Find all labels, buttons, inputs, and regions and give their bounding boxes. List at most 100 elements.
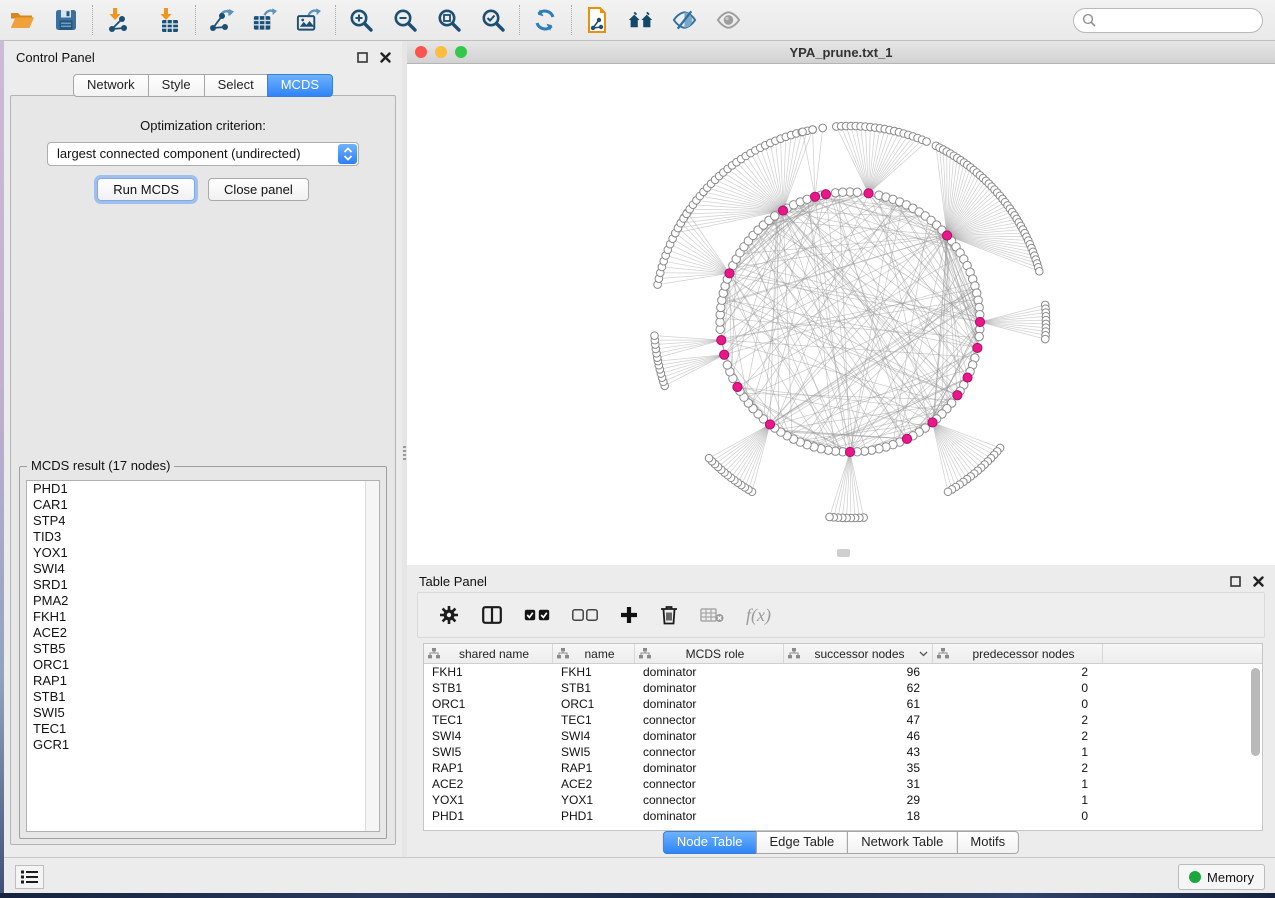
mcds-result-item[interactable]: SRD1	[27, 577, 379, 593]
mcds-result-item[interactable]: FKH1	[27, 609, 379, 625]
mcds-node[interactable]	[953, 391, 962, 400]
table-row[interactable]: ORC1ORC1dominator610	[424, 696, 1262, 712]
tab-select[interactable]: Select	[204, 74, 268, 97]
close-panel-button[interactable]: Close panel	[208, 178, 309, 201]
mcds-result-item[interactable]: ORC1	[27, 657, 379, 673]
zoom-selected-icon[interactable]	[479, 7, 506, 34]
graph-node[interactable]	[723, 361, 731, 369]
zoom-in-icon[interactable]	[347, 7, 374, 34]
tab-edge-table[interactable]: Edge Table	[755, 831, 848, 854]
table-row[interactable]: RAP1RAP1dominator352	[424, 760, 1262, 776]
table-row[interactable]: PHD1PHD1dominator180	[424, 808, 1262, 824]
mcds-node[interactable]	[778, 206, 787, 215]
graph-node[interactable]	[853, 188, 861, 196]
export-network-icon[interactable]	[207, 7, 234, 34]
function-builder-icon[interactable]: f(x)	[746, 605, 771, 626]
mcds-node[interactable]	[975, 317, 984, 326]
export-table-icon[interactable]	[251, 7, 278, 34]
tab-motifs[interactable]: Motifs	[956, 831, 1019, 854]
mcds-result-item[interactable]: ACE2	[27, 625, 379, 641]
mcds-result-item[interactable]: STP4	[27, 513, 379, 529]
tab-mcds[interactable]: MCDS	[267, 74, 333, 97]
hide-selected-icon[interactable]	[671, 7, 698, 34]
column-header-shared-name[interactable]: shared name	[424, 644, 553, 663]
graph-node[interactable]	[923, 138, 931, 146]
open-folder-icon[interactable]	[8, 7, 35, 34]
mcds-node[interactable]	[973, 343, 982, 352]
graph-node[interactable]	[944, 488, 952, 496]
mcds-result-item[interactable]: TEC1	[27, 721, 379, 737]
import-network-icon[interactable]	[104, 7, 131, 34]
table-row[interactable]: SWI5SWI5connector431	[424, 744, 1262, 760]
column-header-MCDS-role[interactable]: MCDS role	[635, 644, 784, 663]
mcds-node[interactable]	[902, 434, 911, 443]
table-row[interactable]: TEC1TEC1connector472	[424, 712, 1262, 728]
table-scrollbar-thumb[interactable]	[1251, 668, 1260, 756]
graph-node[interactable]	[1041, 335, 1049, 343]
add-row-icon[interactable]	[620, 606, 638, 624]
columns-icon[interactable]	[482, 606, 502, 624]
mcds-result-item[interactable]: CAR1	[27, 497, 379, 513]
close-panel-icon[interactable]	[1251, 574, 1265, 588]
network-window-titlebar[interactable]: YPA_prune.txt_1	[407, 41, 1275, 64]
search-box[interactable]	[1073, 8, 1263, 33]
mcds-result-item[interactable]: STB5	[27, 641, 379, 657]
mcds-node[interactable]	[717, 335, 726, 344]
mcds-result-list[interactable]: PHD1CAR1STP4TID3YOX1SWI4SRD1PMA2FKH1ACE2…	[26, 480, 380, 832]
network-canvas[interactable]	[407, 64, 1275, 561]
mcds-result-item[interactable]: SWI4	[27, 561, 379, 577]
column-header-name[interactable]: name	[553, 644, 635, 663]
select-all-icon[interactable]	[524, 609, 550, 621]
graph-node[interactable]	[809, 126, 817, 134]
mcds-node[interactable]	[942, 231, 951, 240]
mcds-node[interactable]	[821, 190, 830, 199]
graph-node[interactable]	[839, 188, 847, 196]
delete-table-icon[interactable]	[700, 607, 724, 623]
mcds-node[interactable]	[765, 420, 774, 429]
settings-gear-icon[interactable]	[438, 604, 460, 626]
task-history-button[interactable]	[15, 865, 44, 889]
float-panel-icon[interactable]	[1228, 574, 1242, 588]
table-row[interactable]: SWI4SWI4dominator462	[424, 728, 1262, 744]
table-row[interactable]: STB1STB1dominator620	[424, 680, 1262, 696]
export-image-icon[interactable]	[295, 7, 322, 34]
mcds-result-item[interactable]: SWI5	[27, 705, 379, 721]
show-all-icon[interactable]	[715, 7, 742, 34]
mcds-result-item[interactable]: TID3	[27, 529, 379, 545]
splitter-handle[interactable]	[403, 446, 406, 462]
mcds-node[interactable]	[733, 382, 742, 391]
deselect-all-icon[interactable]	[572, 609, 598, 621]
tab-node-table[interactable]: Node Table	[663, 831, 757, 854]
horizontal-splitter-handle[interactable]	[837, 549, 850, 557]
float-panel-icon[interactable]	[355, 50, 369, 64]
tab-network-table[interactable]: Network Table	[847, 831, 957, 854]
zoom-out-icon[interactable]	[391, 7, 418, 34]
mcds-node[interactable]	[963, 373, 972, 382]
mcds-result-item[interactable]: PMA2	[27, 593, 379, 609]
graph-node[interactable]	[819, 124, 827, 132]
graph-node[interactable]	[705, 454, 713, 462]
list-scrollbar[interactable]	[365, 481, 379, 831]
graph-node[interactable]	[651, 332, 659, 340]
search-input[interactable]	[1101, 13, 1275, 28]
mcds-node[interactable]	[810, 192, 819, 201]
close-panel-icon[interactable]	[378, 50, 392, 64]
tab-network[interactable]: Network	[73, 74, 149, 97]
graph-node[interactable]	[1036, 267, 1044, 275]
first-neighbors-icon[interactable]	[627, 7, 654, 34]
zoom-fit-icon[interactable]	[435, 7, 462, 34]
mcds-node[interactable]	[928, 418, 937, 427]
network-from-selection-icon[interactable]	[583, 7, 610, 34]
graph-node[interactable]	[975, 332, 983, 340]
refresh-icon[interactable]	[531, 7, 558, 34]
mcds-result-item[interactable]: GCR1	[27, 737, 379, 753]
table-row[interactable]: FKH1FKH1dominator962	[424, 664, 1262, 680]
mcds-result-item[interactable]: STB1	[27, 689, 379, 705]
mcds-node[interactable]	[720, 350, 729, 359]
optimization-criterion-select[interactable]: largest connected component (undirected)	[47, 142, 359, 166]
graph-node[interactable]	[826, 513, 834, 521]
mcds-result-item[interactable]: YOX1	[27, 545, 379, 561]
column-header-predecessor-nodes[interactable]: predecessor nodes	[933, 644, 1103, 663]
column-header-successor-nodes[interactable]: successor nodes	[784, 644, 933, 663]
save-icon[interactable]	[52, 7, 79, 34]
